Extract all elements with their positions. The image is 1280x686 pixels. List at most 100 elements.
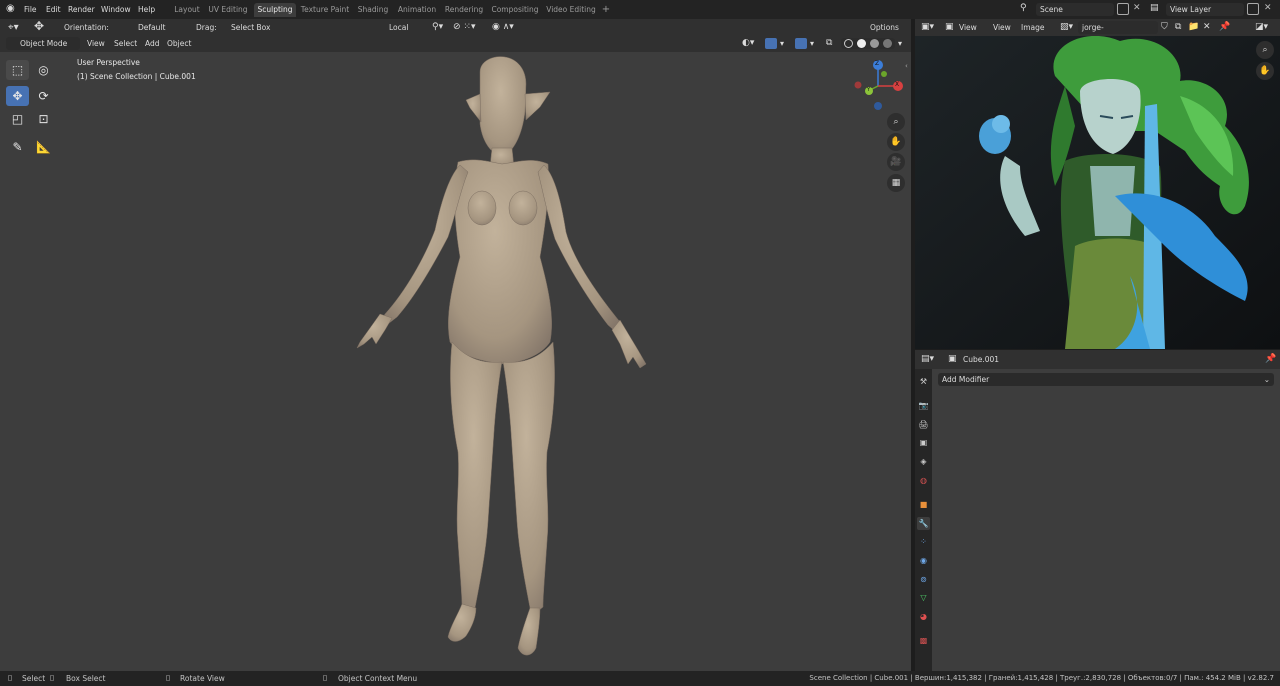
image-menu-image[interactable]: Image [1021,21,1045,34]
tab-compositing[interactable]: Compositing [490,3,540,17]
new-scene-icon[interactable] [1117,3,1129,15]
transform-tool-icon[interactable]: ✥ [34,20,44,33]
close-view-layer-icon[interactable]: ✕ [1264,3,1272,13]
view-layer-field[interactable]: View Layer [1166,3,1244,16]
tool-tab-icon[interactable]: ⚒ [917,375,930,388]
menu-select[interactable]: Select [114,37,137,50]
sidebar-toggle-icon[interactable]: ‹ [905,62,908,70]
tab-uv-editing[interactable]: UV Editing [207,3,249,17]
add-modifier-dropdown[interactable]: Add Modifier ⌄ [938,373,1274,386]
image-new-icon[interactable]: ⧉ [1175,21,1181,34]
tab-shading[interactable]: Shading [355,3,391,17]
gizmo-dropdown-icon[interactable]: ▾ [780,37,784,50]
overlays-dropdown-icon[interactable]: ▾ [810,37,814,50]
image-display-icon[interactable]: ◪▾ [1255,21,1268,34]
menu-object[interactable]: Object [167,37,191,50]
shading-dropdown-icon[interactable]: ▾ [898,37,902,50]
menu-file[interactable]: File [24,4,37,16]
image-zoom-icon[interactable]: ⌕ [1256,41,1274,59]
texture-tab-icon[interactable]: ▩ [917,634,930,647]
close-scene-icon[interactable]: ✕ [1133,3,1141,13]
menu-add[interactable]: Add [145,37,160,50]
proportional-edit-icon[interactable]: ◉ ∧▾ [492,21,514,34]
image-view-dropdown[interactable]: View [959,21,977,34]
annotate-tool-icon[interactable]: ✎ [6,137,29,157]
add-workspace-icon[interactable]: + [600,3,612,17]
menu-view[interactable]: View [87,37,105,50]
image-browse-icon[interactable]: ▨▾ [1060,21,1073,34]
menu-edit[interactable]: Edit [46,4,61,16]
image-view-mode-icon[interactable]: ▣ [945,21,954,34]
wireframe-shading-icon[interactable] [844,39,853,48]
menu-render[interactable]: Render [68,4,95,16]
transform-space-value: Local [389,23,409,32]
tab-sculpting[interactable]: Sculpting [254,3,296,17]
drag-dropdown[interactable]: Select Box [227,21,287,34]
reference-image-area[interactable]: ⌕ ✋ [915,36,1280,349]
tab-video-editing[interactable]: Video Editing [545,3,597,17]
tab-layout[interactable]: Layout [172,3,202,17]
3d-viewport[interactable]: ⬚ ◎ ✥ ⟳ ◰ ⊡ ✎ 📐 User Perspective (1) Sce… [0,52,911,671]
tab-rendering[interactable]: Rendering [443,3,485,17]
render-tab-icon[interactable]: 📷 [917,399,930,412]
image-editor-type-icon[interactable]: ▣▾ [921,21,934,34]
modifier-tab-icon[interactable]: 🔧 [917,517,930,530]
new-view-layer-icon[interactable] [1247,3,1259,15]
xray-icon[interactable]: ⧉ [826,37,832,50]
view-layer-tab-icon[interactable]: ▣ [917,436,930,449]
scene-tab-icon[interactable]: ◈ [917,455,930,468]
camera-icon[interactable]: 🎥 [887,153,905,171]
image-name-field[interactable]: jorge-rodr...imegirl.jpg [1078,21,1158,45]
pan-hand-icon[interactable]: ✋ [887,133,905,151]
move-tool-icon[interactable]: ✥ [6,86,29,106]
data-tab-icon[interactable]: ▽ [917,591,930,604]
transform-space-dropdown[interactable]: Local [373,21,425,34]
select-box-tool-icon[interactable]: ⬚ [6,60,29,80]
orientation-dropdown[interactable]: Default [122,21,188,34]
material-tab-icon[interactable]: ◕ [917,610,930,623]
image-pan-icon[interactable]: ✋ [1256,62,1274,80]
editor-type-icon[interactable]: ⌖▾ [8,21,19,34]
physics-tab-icon[interactable]: ◉ [917,554,930,567]
constraints-tab-icon[interactable]: ⊚ [917,573,930,586]
menu-help[interactable]: Help [138,4,155,16]
image-close-icon[interactable]: ✕ [1203,21,1211,34]
image-open-icon[interactable]: 📁 [1188,21,1199,34]
sculpt-model[interactable] [340,52,670,667]
mode-dropdown[interactable]: Object Mode [6,37,80,50]
tab-texture-paint[interactable]: Texture Paint [300,3,350,17]
options-dropdown[interactable]: Options [866,21,908,34]
properties-pin-icon[interactable]: 📌 [1265,353,1276,366]
particles-tab-icon[interactable]: ⁘ [917,535,930,548]
image-fake-user-icon[interactable]: ⛉ [1161,21,1168,34]
rotate-tool-icon[interactable]: ⟳ [32,86,55,106]
world-tab-icon[interactable]: ◍ [917,474,930,487]
gizmo-toggle-icon[interactable] [765,38,777,49]
blender-logo-icon[interactable]: ◉ [6,3,18,15]
view-layer-icon[interactable]: ▤ [1150,3,1164,16]
transform-tool-icon-2[interactable]: ⊡ [32,109,55,129]
menu-window[interactable]: Window [101,4,131,16]
object-tab-icon[interactable]: ■ [917,498,930,511]
scene-field[interactable]: Scene [1036,3,1114,16]
output-tab-icon[interactable]: 🖨 [917,418,930,431]
overlays-toggle-icon[interactable] [795,38,807,49]
snap-icon[interactable]: ⊘ ⁙▾ [453,21,475,34]
zoom-icon[interactable]: ⌕ [887,113,905,131]
material-shading-icon[interactable] [870,39,879,48]
navigation-gizmo[interactable]: Z X Y [852,60,904,112]
image-pin-icon[interactable]: 📌 [1219,21,1230,34]
properties-editor-type-icon[interactable]: ▤▾ [921,353,934,366]
scale-tool-icon[interactable]: ◰ [6,109,29,129]
tab-animation[interactable]: Animation [396,3,438,17]
scene-icon[interactable]: ⚲ [1020,3,1034,16]
rendered-shading-icon[interactable] [883,39,892,48]
pivot-icon[interactable]: ⚲▾ [432,21,443,34]
image-menu-view[interactable]: View [993,21,1011,34]
toolbar: ⬚ ◎ ✥ ⟳ ◰ ⊡ ✎ 📐 [4,58,58,168]
perspective-grid-icon[interactable]: ▦ [887,174,905,192]
measure-tool-icon[interactable]: 📐 [32,137,55,157]
visibility-icon[interactable]: ◐▾ [742,37,754,50]
cursor-tool-icon[interactable]: ◎ [32,60,55,80]
solid-shading-icon[interactable] [857,39,866,48]
